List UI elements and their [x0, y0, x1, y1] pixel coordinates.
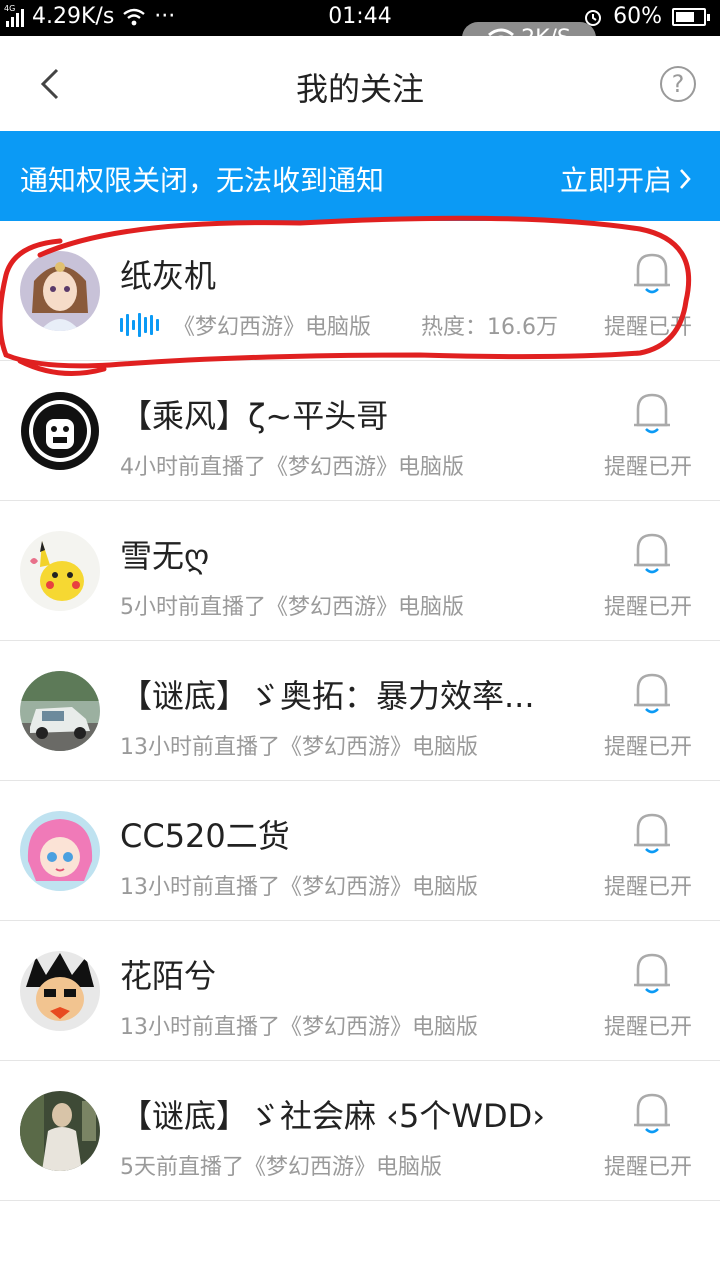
list-item[interactable]: 【谜底】ゞ社会麻 ‹5个WDD› 5天前直播了《梦幻西游》电脑版 提醒已开 [0, 1061, 720, 1201]
bell-icon[interactable] [630, 529, 674, 575]
help-icon[interactable]: ? [660, 66, 696, 102]
live-info: 《梦幻西游》电脑版 热度：16.6万 [120, 309, 558, 341]
notice-text: 通知权限关闭，无法收到通知 [20, 164, 385, 197]
streamer-name: 雪无ღ [120, 537, 210, 575]
list-item[interactable]: CC520二货 13小时前直播了《梦幻西游》电脑版 提醒已开 [0, 781, 720, 921]
avatar [20, 531, 100, 611]
enable-notifications-link[interactable]: 立即开启 [560, 159, 692, 199]
app-header: 我的关注 ? [0, 36, 720, 131]
bell-icon[interactable] [630, 389, 674, 435]
notification-permission-banner: 通知权限关闭，无法收到通知 立即开启 [0, 131, 720, 221]
enable-notifications-label: 立即开启 [559, 164, 672, 197]
streamer-name: CC520二货 [120, 817, 290, 855]
live-game: 《梦幻西游》电脑版 [173, 315, 372, 340]
follow-list: 纸灰机 《梦幻西游》电脑版 热度：16.6万 提醒已开 【乘风】ζ~平头哥 4小… [0, 221, 720, 1201]
avatar [20, 391, 100, 471]
last-live-status: 5小时前直播了《梦幻西游》电脑版 [120, 595, 464, 620]
remind-status: 提醒已开 [604, 1015, 693, 1040]
list-item[interactable]: 雪无ღ 5小时前直播了《梦幻西游》电脑版 提醒已开 [0, 501, 720, 641]
bell-icon[interactable] [630, 1089, 674, 1135]
bell-icon[interactable] [630, 949, 674, 995]
avatar [20, 951, 100, 1031]
streamer-name: 纸灰机 [120, 257, 217, 295]
streamer-name: 【谜底】ゞ社会麻 ‹5个WDD› [120, 1097, 546, 1135]
remind-status: 提醒已开 [604, 1155, 693, 1180]
avatar [20, 671, 100, 751]
last-live-status: 13小时前直播了《梦幻西游》电脑版 [120, 735, 478, 760]
last-live-status: 5天前直播了《梦幻西游》电脑版 [120, 1155, 442, 1180]
remind-status: 提醒已开 [604, 875, 693, 900]
streamer-name: 【乘风】ζ~平头哥 [120, 397, 389, 435]
last-live-status: 4小时前直播了《梦幻西游》电脑版 [120, 455, 464, 480]
remind-status: 提醒已开 [604, 315, 693, 340]
avatar [20, 1091, 100, 1171]
bell-icon[interactable] [630, 249, 674, 295]
live-audio-wave-icon [120, 312, 159, 338]
status-right: 60% [583, 4, 710, 29]
last-live-status: 13小时前直播了《梦幻西游》电脑版 [120, 1015, 478, 1040]
bell-icon[interactable] [630, 809, 674, 855]
page-title: 我的关注 [295, 70, 424, 108]
list-item[interactable]: 【乘风】ζ~平头哥 4小时前直播了《梦幻西游》电脑版 提醒已开 [0, 361, 720, 501]
bell-icon[interactable] [630, 669, 674, 715]
remind-status: 提醒已开 [604, 595, 693, 620]
streamer-name: 花陌兮 [120, 957, 217, 995]
battery-icon [672, 7, 710, 26]
battery-percent: 60% [613, 4, 662, 29]
avatar [20, 811, 100, 891]
list-item[interactable]: 【谜底】ゞ奥拓：暴力效率... 13小时前直播了《梦幻西游》电脑版 提醒已开 [0, 641, 720, 781]
status-bar: 4G 4.29K/s ··· 01:44 60% [0, 0, 720, 36]
remind-status: 提醒已开 [604, 455, 693, 480]
chevron-right-icon [680, 169, 691, 189]
avatar [20, 251, 100, 331]
list-item[interactable]: 花陌兮 13小时前直播了《梦幻西游》电脑版 提醒已开 [0, 921, 720, 1061]
streamer-name: 【谜底】ゞ奥拓：暴力效率... [120, 677, 535, 715]
remind-status: 提醒已开 [604, 735, 693, 760]
list-item[interactable]: 纸灰机 《梦幻西游》电脑版 热度：16.6万 提醒已开 [0, 221, 720, 361]
last-live-status: 13小时前直播了《梦幻西游》电脑版 [120, 875, 478, 900]
heat-value: 热度：16.6万 [421, 315, 559, 340]
